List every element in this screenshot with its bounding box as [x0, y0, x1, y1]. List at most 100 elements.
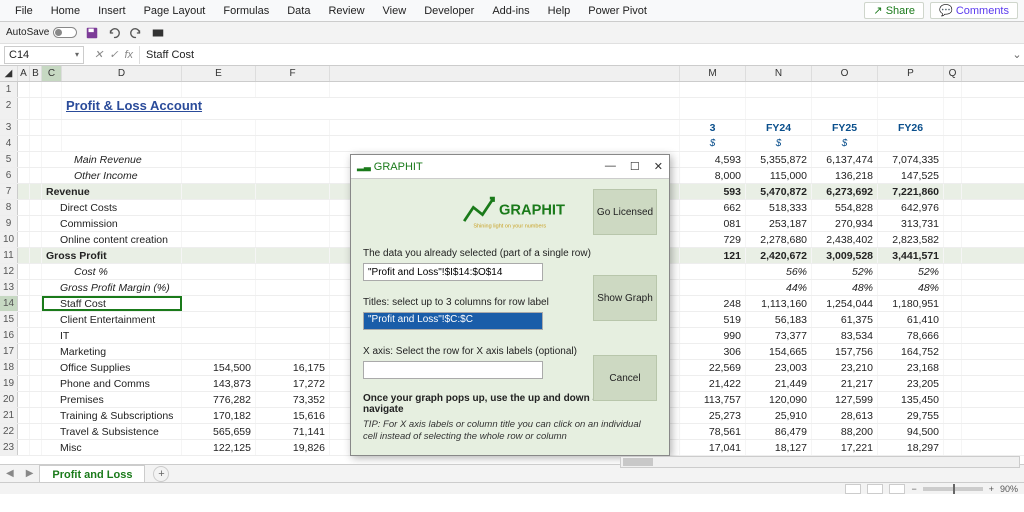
tab-page-layout[interactable]: Page Layout: [135, 0, 215, 22]
row-label[interactable]: Cost %: [42, 264, 182, 279]
col-header[interactable]: E: [182, 66, 256, 81]
save-icon[interactable]: [85, 26, 99, 40]
row-header[interactable]: 16: [0, 328, 18, 343]
row-header[interactable]: 1: [0, 82, 18, 97]
select-all-cell[interactable]: ◢: [0, 66, 18, 81]
col-header[interactable]: N: [746, 66, 812, 81]
page-layout-view-icon[interactable]: [867, 484, 883, 494]
row-header[interactable]: 23: [0, 440, 18, 455]
row-label[interactable]: Travel & Subsistence: [42, 424, 182, 439]
show-graph-button[interactable]: Show Graph: [593, 275, 657, 321]
zoom-out-icon[interactable]: −: [911, 484, 916, 494]
xaxis-range-input[interactable]: [363, 361, 543, 379]
tab-data[interactable]: Data: [278, 0, 319, 22]
col-header[interactable]: Q: [944, 66, 962, 81]
row-header[interactable]: 6: [0, 168, 18, 183]
row-label[interactable]: Premises: [42, 392, 182, 407]
tab-review[interactable]: Review: [319, 0, 373, 22]
row-label[interactable]: Other Income: [42, 168, 182, 183]
zoom-level[interactable]: 90%: [1000, 484, 1018, 494]
row-header[interactable]: 14: [0, 296, 18, 311]
formula-input[interactable]: Staff Cost: [140, 49, 1010, 61]
tab-addins[interactable]: Add-ins: [483, 0, 538, 22]
col-header[interactable]: A: [18, 66, 30, 81]
row-label[interactable]: IT: [42, 328, 182, 343]
data-range-input[interactable]: [363, 263, 543, 281]
maximize-icon[interactable]: ☐: [630, 160, 640, 173]
col-header[interactable]: B: [30, 66, 42, 81]
redo-icon[interactable]: [129, 26, 143, 40]
row-label[interactable]: Gross Profit: [42, 248, 182, 263]
add-sheet-button[interactable]: +: [153, 466, 169, 482]
horizontal-scrollbar[interactable]: [620, 456, 1020, 468]
tab-nav-next-icon[interactable]: ▶: [20, 468, 40, 479]
row-label[interactable]: Commission: [42, 216, 182, 231]
col-header[interactable]: O: [812, 66, 878, 81]
tab-insert[interactable]: Insert: [89, 0, 135, 22]
row-label[interactable]: Gross Profit Margin (%): [42, 280, 182, 295]
page-title[interactable]: Profit & Loss Account: [62, 98, 680, 119]
row-header[interactable]: 10: [0, 232, 18, 247]
go-licensed-button[interactable]: Go Licensed: [593, 189, 657, 235]
tab-developer[interactable]: Developer: [415, 0, 483, 22]
row-label[interactable]: Marketing: [42, 344, 182, 359]
enter-icon[interactable]: ✓: [109, 48, 118, 61]
col-header[interactable]: C: [42, 66, 62, 81]
row-header[interactable]: 13: [0, 280, 18, 295]
row-label[interactable]: Office Supplies: [42, 360, 182, 375]
row-label[interactable]: Client Entertainment: [42, 312, 182, 327]
cancel-button[interactable]: Cancel: [593, 355, 657, 401]
autosave-toggle[interactable]: AutoSave: [6, 27, 77, 38]
row-header[interactable]: 12: [0, 264, 18, 279]
tab-formulas[interactable]: Formulas: [214, 0, 278, 22]
col-header[interactable]: D: [62, 66, 182, 81]
row-header[interactable]: 8: [0, 200, 18, 215]
row-header[interactable]: 5: [0, 152, 18, 167]
row-header[interactable]: 17: [0, 344, 18, 359]
row-label[interactable]: Revenue: [42, 184, 182, 199]
row-header[interactable]: 18: [0, 360, 18, 375]
tab-powerpivot[interactable]: Power Pivot: [579, 0, 656, 22]
row-header[interactable]: 2: [0, 98, 18, 119]
name-box[interactable]: C14▾: [4, 46, 84, 64]
tab-view[interactable]: View: [374, 0, 416, 22]
tab-file[interactable]: File: [6, 0, 42, 22]
titles-range-input[interactable]: "Profit and Loss"!$C:$C: [363, 312, 543, 330]
close-icon[interactable]: ✕: [654, 160, 663, 173]
zoom-in-icon[interactable]: +: [989, 484, 994, 494]
expand-formula-icon[interactable]: ⌄: [1010, 48, 1024, 61]
normal-view-icon[interactable]: [845, 484, 861, 494]
row-header[interactable]: 11: [0, 248, 18, 263]
addin-icon[interactable]: [151, 26, 165, 40]
row-label[interactable]: Online content creation: [42, 232, 182, 247]
row-header[interactable]: 9: [0, 216, 18, 231]
col-header[interactable]: M: [680, 66, 746, 81]
col-header[interactable]: F: [256, 66, 330, 81]
row-header[interactable]: 22: [0, 424, 18, 439]
row-label[interactable]: Main Revenue: [42, 152, 182, 167]
zoom-slider[interactable]: [923, 487, 983, 491]
row-label[interactable]: Direct Costs: [42, 200, 182, 215]
row-header[interactable]: 21: [0, 408, 18, 423]
tab-help[interactable]: Help: [539, 0, 580, 22]
fx-icon[interactable]: fx: [124, 49, 133, 61]
tab-nav-prev-icon[interactable]: ◀: [0, 468, 20, 479]
row-header[interactable]: 3: [0, 120, 18, 135]
comments-button[interactable]: 💬 Comments: [930, 2, 1018, 19]
row-label[interactable]: Staff Cost: [42, 296, 182, 311]
sheet-tab-active[interactable]: Profit and Loss: [39, 465, 145, 483]
row-label[interactable]: Phone and Comms: [42, 376, 182, 391]
undo-icon[interactable]: [107, 26, 121, 40]
row-header[interactable]: 15: [0, 312, 18, 327]
row-label[interactable]: Misc: [42, 440, 182, 455]
page-break-view-icon[interactable]: [889, 484, 905, 494]
dialog-titlebar[interactable]: ▂▃ GRAPHIT — ☐ ✕: [351, 155, 669, 179]
row-label[interactable]: Training & Subscriptions: [42, 408, 182, 423]
row-header[interactable]: 20: [0, 392, 18, 407]
tab-home[interactable]: Home: [42, 0, 89, 22]
row-header[interactable]: 7: [0, 184, 18, 199]
minimize-icon[interactable]: —: [605, 160, 616, 173]
row-header[interactable]: 4: [0, 136, 18, 151]
row-header[interactable]: 19: [0, 376, 18, 391]
share-button[interactable]: ↗ Share: [864, 2, 924, 19]
